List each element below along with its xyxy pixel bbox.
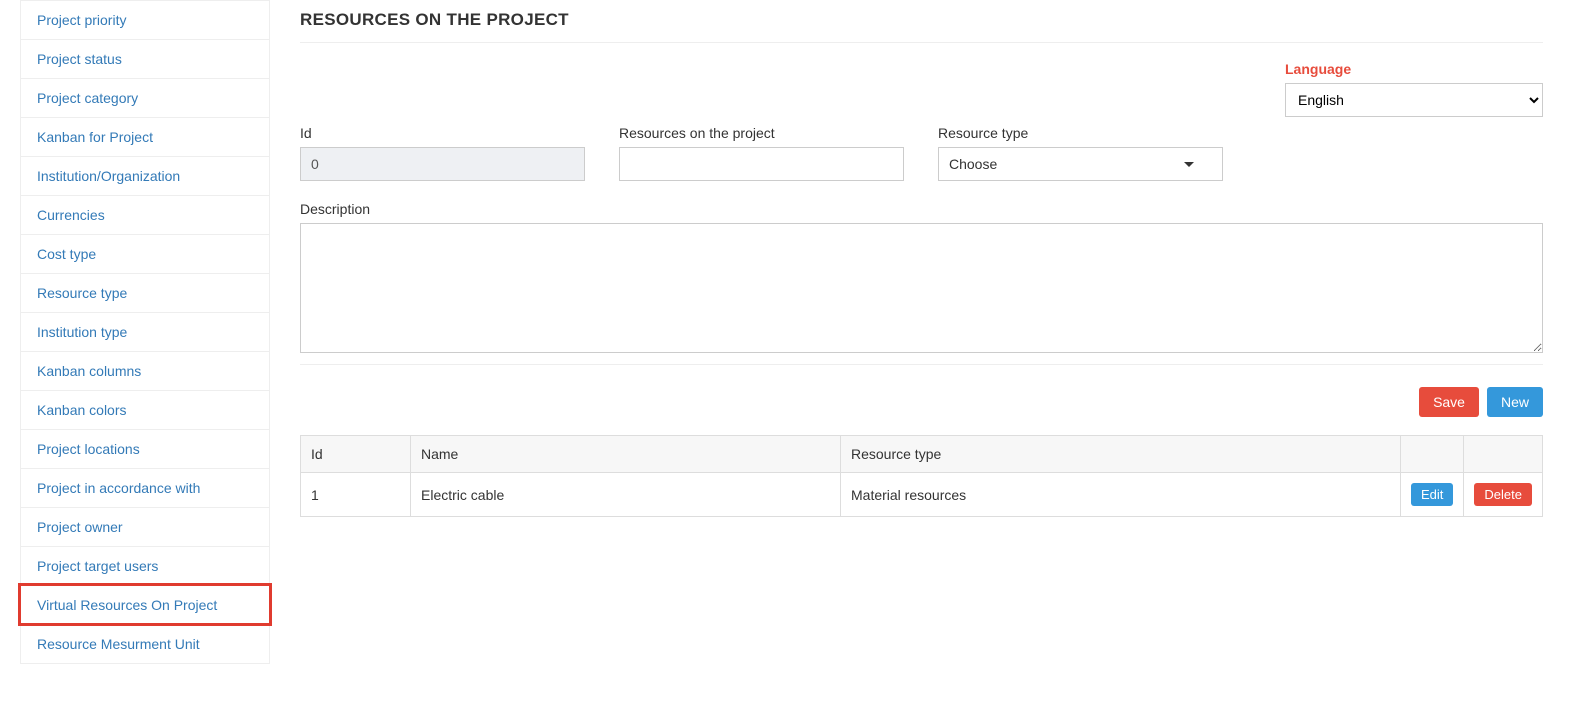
id-label: Id	[300, 125, 585, 141]
sidebar-list: Project priorityProject statusProject ca…	[20, 0, 270, 664]
sidebar-item[interactable]: Project priority	[21, 1, 269, 39]
cell-type: Material resources	[841, 473, 1401, 517]
resource-type-value: Choose	[949, 156, 997, 172]
sidebar-item[interactable]: Kanban colors	[21, 391, 269, 429]
sidebar-item[interactable]: Project locations	[21, 430, 269, 468]
resources-table-body: 1Electric cableMaterial resources Edit Del…	[301, 473, 1543, 517]
sidebar-item[interactable]: Institution/Organization	[21, 157, 269, 195]
language-label: Language	[1285, 61, 1543, 77]
edit-button[interactable]: Edit	[1411, 483, 1453, 506]
sidebar-item[interactable]: Kanban for Project	[21, 118, 269, 156]
col-header-delete	[1464, 436, 1543, 473]
sidebar-item[interactable]: Resource Mesurment Unit	[21, 625, 269, 663]
resource-type-label: Resource type	[938, 125, 1223, 141]
sidebar-item[interactable]: Project owner	[21, 508, 269, 546]
language-row: Language English	[300, 61, 1543, 117]
description-field[interactable]	[300, 223, 1543, 353]
sidebar-item[interactable]: Currencies	[21, 196, 269, 234]
resources-table: Id Name Resource type 1Electric cableMat…	[300, 435, 1543, 517]
col-header-edit	[1401, 436, 1464, 473]
sidebar-item[interactable]: Resource type	[21, 274, 269, 312]
sidebar-item[interactable]: Cost type	[21, 235, 269, 273]
sidebar-item[interactable]: Kanban columns	[21, 352, 269, 390]
chevron-down-icon	[1184, 162, 1194, 167]
col-header-type: Resource type	[841, 436, 1401, 473]
resource-type-select[interactable]: Choose	[938, 147, 1223, 181]
cell-name: Electric cable	[411, 473, 841, 517]
table-row: 1Electric cableMaterial resources Edit Del…	[301, 473, 1543, 517]
delete-button[interactable]: Delete	[1474, 483, 1532, 506]
resource-name-label: Resources on the project	[619, 125, 904, 141]
sidebar-item[interactable]: Project status	[21, 40, 269, 78]
resource-name-field[interactable]	[619, 147, 904, 181]
sidebar-item[interactable]: Project target users	[21, 547, 269, 585]
page-title: RESOURCES ON THE PROJECT	[300, 10, 1543, 43]
sidebar-item[interactable]: Institution type	[21, 313, 269, 351]
sidebar-item[interactable]: Project category	[21, 79, 269, 117]
main-content: RESOURCES ON THE PROJECT Language Englis…	[270, 0, 1583, 664]
sidebar-item[interactable]: Project in accordance with	[21, 469, 269, 507]
col-header-id: Id	[301, 436, 411, 473]
language-select[interactable]: English	[1285, 83, 1543, 117]
new-button[interactable]: New	[1487, 387, 1543, 417]
sidebar: Project priorityProject statusProject ca…	[20, 0, 270, 664]
save-button[interactable]: Save	[1419, 387, 1479, 417]
id-field	[300, 147, 585, 181]
col-header-name: Name	[411, 436, 841, 473]
description-label: Description	[300, 201, 1543, 217]
sidebar-item[interactable]: Virtual Resources On Project	[21, 586, 269, 624]
cell-id: 1	[301, 473, 411, 517]
